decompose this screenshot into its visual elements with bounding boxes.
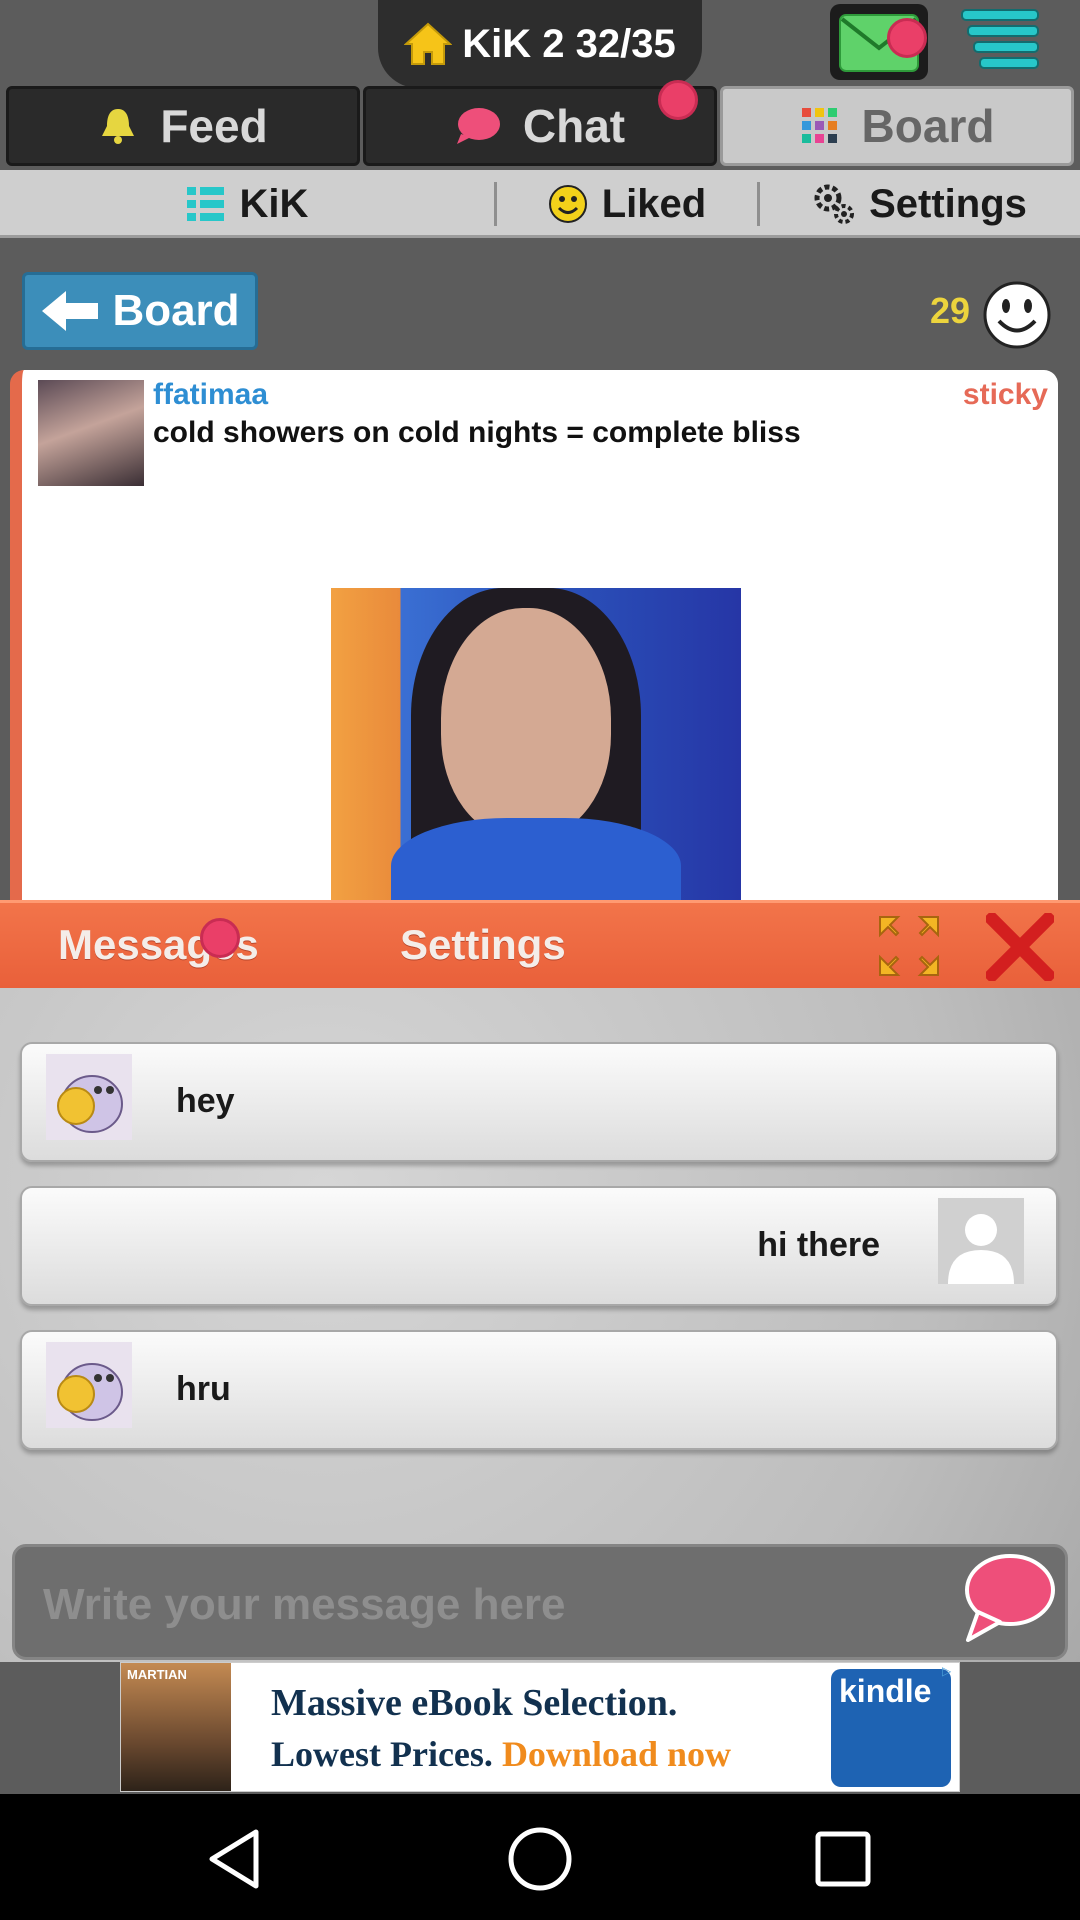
ad-download-link[interactable]: Download now — [502, 1734, 731, 1774]
tab-feed-label: Feed — [160, 100, 268, 152]
home-title: KiK 2 32/35 — [462, 21, 676, 66]
chat-notification-dot — [658, 80, 698, 120]
post-author-name[interactable]: ffatimaa — [153, 378, 268, 412]
close-button[interactable] — [982, 909, 1058, 985]
chat-bubble-icon — [456, 108, 500, 144]
recents-icon[interactable] — [808, 1824, 878, 1894]
ad-subline-text: Lowest Prices. — [271, 1734, 493, 1774]
sender-avatar-icon[interactable] — [46, 1342, 132, 1428]
ad-subline: Lowest Prices. Download now — [271, 1733, 731, 1775]
home-button[interactable]: KiK 2 32/35 — [378, 0, 702, 88]
messages-notification-dot — [200, 918, 240, 958]
message-text: hey — [176, 1082, 235, 1120]
ad-movie-poster: MARTIAN — [121, 1663, 231, 1791]
send-button[interactable] — [960, 1550, 1056, 1646]
subtab-kik-label: KiK — [239, 181, 309, 226]
expand-button[interactable] — [876, 913, 942, 979]
post-author-avatar[interactable] — [38, 380, 144, 486]
sticky-badge: sticky — [962, 378, 1048, 411]
kindle-logo: kindle — [831, 1669, 951, 1787]
list-icon — [186, 187, 224, 221]
message-bubble[interactable]: hi there — [20, 1186, 1058, 1306]
post-photo[interactable] — [331, 588, 741, 900]
photo-face — [441, 608, 611, 838]
smiley-button[interactable] — [982, 280, 1052, 350]
sub-tab-bar: KiK Liked Settings — [0, 170, 1080, 238]
subtab-settings-label: Settings — [869, 181, 1027, 226]
photo-hoodie — [391, 818, 681, 900]
message-bubble[interactable]: hey — [20, 1042, 1058, 1162]
mail-notification-dot — [887, 18, 927, 58]
message-text: hi there — [757, 1226, 880, 1264]
ad-banner[interactable]: MARTIAN Massive eBook Selection. Lowest … — [120, 1662, 960, 1792]
subtab-settings[interactable]: Settings — [760, 170, 1080, 238]
system-nav-bar — [0, 1794, 1080, 1920]
message-input[interactable] — [43, 1571, 943, 1639]
post-count: 29 — [929, 290, 970, 331]
tab-chat-label: Chat — [522, 100, 626, 152]
expand-icon — [879, 916, 939, 976]
sender-avatar-icon[interactable] — [46, 1054, 132, 1140]
close-icon — [982, 909, 1058, 985]
ad-headline: Massive eBook Selection. — [271, 1682, 678, 1724]
smiley-icon — [983, 281, 1051, 349]
chat-bubble-icon — [965, 1554, 1055, 1642]
ad-poster-title: MARTIAN — [127, 1667, 187, 1682]
subtab-kik[interactable]: KiK — [0, 170, 494, 238]
home-circle-icon[interactable] — [505, 1824, 575, 1894]
smiley-icon — [548, 185, 587, 223]
back-to-board-label: Board — [112, 286, 240, 335]
grid-icon — [801, 108, 837, 143]
gears-icon — [814, 184, 855, 224]
subtab-liked-label: Liked — [601, 181, 707, 226]
home-icon — [404, 22, 453, 65]
back-to-board-button[interactable]: Board — [22, 272, 258, 350]
menu-icon — [961, 9, 1039, 69]
subtab-liked[interactable]: Liked — [497, 170, 757, 238]
message-text: hru — [176, 1370, 231, 1408]
tab-board-label: Board — [861, 100, 995, 152]
messages-panel-header: Messages Settings — [0, 900, 1080, 988]
tab-feed[interactable]: Feed — [6, 86, 360, 166]
menu-button[interactable] — [958, 4, 1046, 80]
board-post[interactable]: ffatimaa sticky cold showers on cold nig… — [10, 370, 1058, 900]
tab-board[interactable]: Board — [720, 86, 1074, 166]
user-avatar-icon[interactable] — [938, 1198, 1024, 1284]
ad-choices-icon[interactable]: ▷ — [942, 1664, 958, 1680]
compose-bar — [12, 1544, 1068, 1660]
message-bubble[interactable]: hru — [20, 1330, 1058, 1450]
back-icon[interactable] — [202, 1824, 272, 1894]
arrow-left-icon — [42, 291, 99, 331]
tab-panel-settings[interactable]: Settings — [400, 921, 566, 969]
post-message: cold showers on cold nights = complete b… — [153, 416, 801, 449]
bell-icon — [102, 109, 135, 144]
kindle-brand: kindle — [839, 1673, 932, 1709]
